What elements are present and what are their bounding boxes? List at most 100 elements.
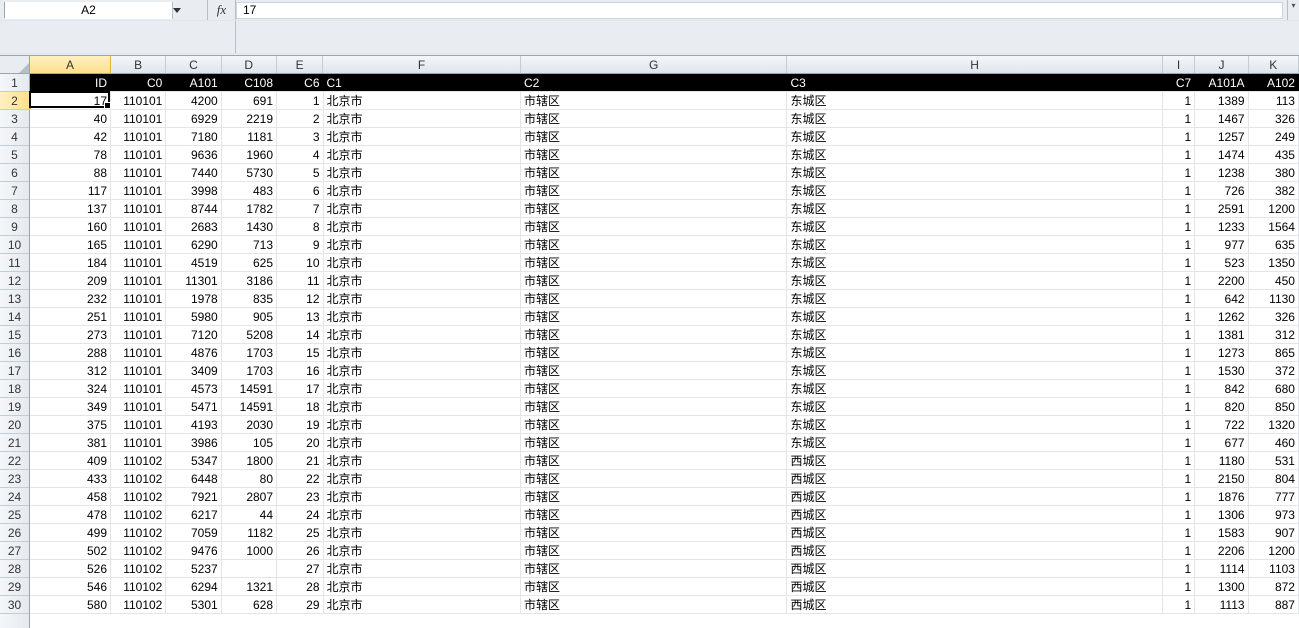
cell[interactable]: 北京市 xyxy=(324,110,521,127)
cell[interactable]: 12 xyxy=(277,290,323,307)
column-header-H[interactable]: H xyxy=(787,56,1162,73)
cell[interactable]: 西城区 xyxy=(787,542,1162,559)
cell[interactable]: 1130 xyxy=(1249,290,1299,307)
cell[interactable]: 东城区 xyxy=(787,200,1162,217)
cell[interactable]: 110101 xyxy=(111,128,166,145)
cell[interactable]: 23 xyxy=(277,488,323,505)
header-cell[interactable]: C108 xyxy=(222,74,277,91)
cell[interactable]: 1 xyxy=(1163,182,1196,199)
cell[interactable]: 6 xyxy=(277,182,323,199)
cell[interactable]: 东城区 xyxy=(787,218,1162,235)
cell[interactable]: 7 xyxy=(277,200,323,217)
cell[interactable]: 635 xyxy=(1249,236,1299,253)
cell[interactable]: 1103 xyxy=(1249,560,1299,577)
cell[interactable]: 西城区 xyxy=(787,560,1162,577)
cell[interactable]: 1 xyxy=(1163,488,1196,505)
cell[interactable]: 1 xyxy=(1163,308,1196,325)
cell[interactable]: 1306 xyxy=(1195,506,1248,523)
cell[interactable]: 10 xyxy=(277,254,323,271)
cell[interactable]: 1350 xyxy=(1249,254,1299,271)
cell[interactable]: 9476 xyxy=(166,542,221,559)
cell[interactable]: 东城区 xyxy=(787,416,1162,433)
cell[interactable]: 110101 xyxy=(111,182,166,199)
cell[interactable]: 1 xyxy=(1163,218,1196,235)
cell[interactable]: 北京市 xyxy=(324,200,521,217)
cell[interactable]: 14 xyxy=(277,326,323,343)
cell[interactable]: 东城区 xyxy=(787,362,1162,379)
cell[interactable]: 1 xyxy=(1163,92,1196,109)
cell[interactable]: 324 xyxy=(30,380,111,397)
cell[interactable]: 110102 xyxy=(111,542,166,559)
cell[interactable]: 1 xyxy=(1163,164,1196,181)
cell[interactable]: 526 xyxy=(30,560,111,577)
header-cell[interactable]: C7 xyxy=(1163,74,1196,91)
cell[interactable]: 382 xyxy=(1249,182,1299,199)
cell[interactable]: 1 xyxy=(1163,110,1196,127)
column-header-G[interactable]: G xyxy=(521,56,788,73)
cell[interactable]: 6290 xyxy=(166,236,221,253)
cell[interactable]: 1 xyxy=(1163,560,1196,577)
cell[interactable]: 北京市 xyxy=(324,380,521,397)
row-header-6[interactable]: 6 xyxy=(0,164,29,182)
cell[interactable]: 1 xyxy=(1163,578,1196,595)
cell[interactable]: 110101 xyxy=(111,272,166,289)
cell[interactable]: 40 xyxy=(30,110,111,127)
cell[interactable]: 110102 xyxy=(111,470,166,487)
cell[interactable]: 110102 xyxy=(111,578,166,595)
cell[interactable]: 26 xyxy=(277,542,323,559)
formula-input[interactable] xyxy=(236,2,1283,19)
row-header-11[interactable]: 11 xyxy=(0,254,29,272)
select-all-corner[interactable] xyxy=(0,56,30,74)
cell[interactable]: 市辖区 xyxy=(521,326,788,343)
cell[interactable]: 市辖区 xyxy=(521,452,788,469)
cell[interactable]: 1 xyxy=(1163,128,1196,145)
cell[interactable]: 市辖区 xyxy=(521,272,788,289)
row-header-18[interactable]: 18 xyxy=(0,380,29,398)
cell[interactable]: 4876 xyxy=(166,344,221,361)
row-header-30[interactable]: 30 xyxy=(0,596,29,614)
cell[interactable]: 872 xyxy=(1249,578,1299,595)
cell[interactable]: 5471 xyxy=(166,398,221,415)
cell[interactable]: 东城区 xyxy=(787,164,1162,181)
cell[interactable]: 7120 xyxy=(166,326,221,343)
cell[interactable]: 458 xyxy=(30,488,111,505)
cell[interactable]: 3998 xyxy=(166,182,221,199)
cell[interactable]: 1 xyxy=(1163,596,1196,613)
cell[interactable]: 东城区 xyxy=(787,146,1162,163)
cell[interactable]: 1180 xyxy=(1195,452,1248,469)
cell[interactable]: 777 xyxy=(1249,488,1299,505)
cell[interactable]: 东城区 xyxy=(787,92,1162,109)
cell[interactable]: 110101 xyxy=(111,434,166,451)
cell[interactable]: 110102 xyxy=(111,596,166,613)
column-header-F[interactable]: F xyxy=(323,56,521,73)
cell[interactable]: 北京市 xyxy=(324,398,521,415)
cell[interactable]: 市辖区 xyxy=(521,128,788,145)
cell[interactable]: 7440 xyxy=(166,164,221,181)
row-header-4[interactable]: 4 xyxy=(0,128,29,146)
cell[interactable]: 市辖区 xyxy=(521,506,788,523)
cell[interactable]: 西城区 xyxy=(787,524,1162,541)
cell[interactable]: 478 xyxy=(30,506,111,523)
cell[interactable]: 546 xyxy=(30,578,111,595)
cell[interactable]: 20 xyxy=(277,434,323,451)
cell[interactable]: 28 xyxy=(277,578,323,595)
cell[interactable]: 1583 xyxy=(1195,524,1248,541)
cell[interactable]: 6929 xyxy=(166,110,221,127)
cell[interactable]: 东城区 xyxy=(787,236,1162,253)
cell[interactable]: 市辖区 xyxy=(521,380,788,397)
cell[interactable]: 北京市 xyxy=(324,560,521,577)
cell[interactable]: 483 xyxy=(222,182,277,199)
cell[interactable]: 1321 xyxy=(222,578,277,595)
cell[interactable]: 110102 xyxy=(111,488,166,505)
cell[interactable]: 北京市 xyxy=(324,506,521,523)
cell[interactable]: 2200 xyxy=(1195,272,1248,289)
cell[interactable]: 1 xyxy=(1163,524,1196,541)
cell[interactable]: 326 xyxy=(1249,110,1299,127)
cell[interactable]: 433 xyxy=(30,470,111,487)
cell[interactable]: 137 xyxy=(30,200,111,217)
row-header-10[interactable]: 10 xyxy=(0,236,29,254)
cell[interactable]: 东城区 xyxy=(787,290,1162,307)
cell[interactable]: 市辖区 xyxy=(521,146,788,163)
cell[interactable]: 288 xyxy=(30,344,111,361)
cell[interactable]: 北京市 xyxy=(324,416,521,433)
